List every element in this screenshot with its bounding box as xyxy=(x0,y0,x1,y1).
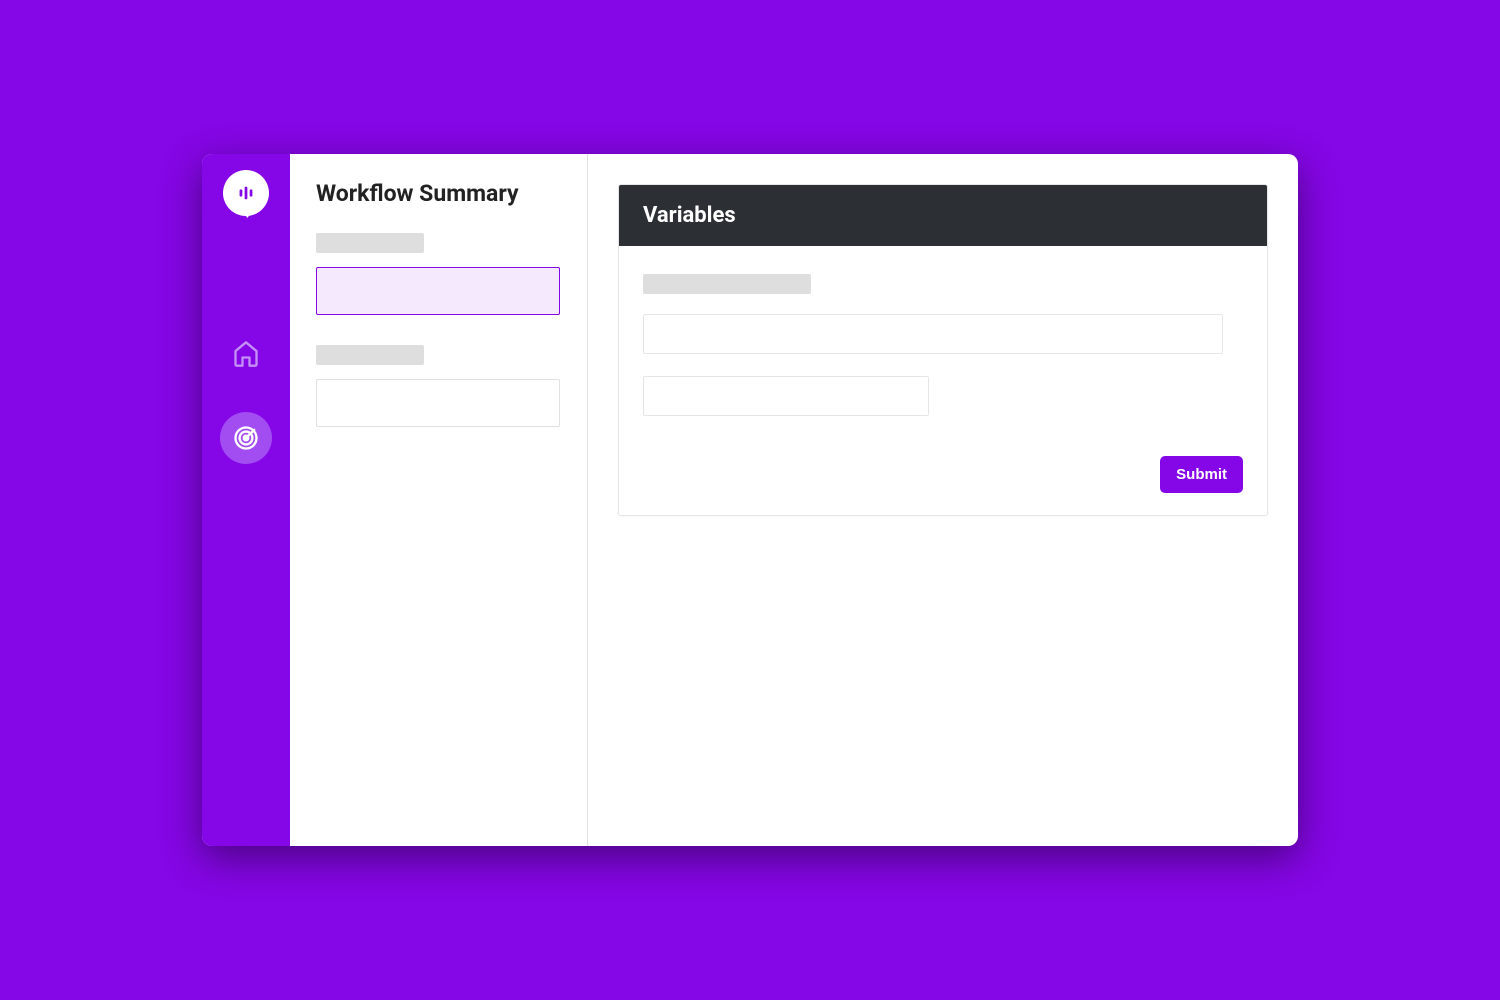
main-panel: Variables Submit xyxy=(588,154,1298,846)
workflow-summary-title: Workflow Summary xyxy=(316,180,561,207)
app-logo[interactable] xyxy=(223,170,269,216)
voice-bubble-icon xyxy=(235,182,257,204)
summary-input-1[interactable] xyxy=(316,267,560,315)
nav-item-home[interactable] xyxy=(220,328,272,380)
workflow-summary-panel: Workflow Summary xyxy=(290,154,588,846)
summary-section-label xyxy=(316,233,424,253)
variables-input-1[interactable] xyxy=(643,314,1223,354)
variables-input-2[interactable] xyxy=(643,376,929,416)
variables-field-label xyxy=(643,274,811,294)
variables-body: Submit xyxy=(619,246,1267,515)
summary-input-2[interactable] xyxy=(316,379,560,427)
variables-card: Variables Submit xyxy=(618,184,1268,516)
submit-button[interactable]: Submit xyxy=(1160,456,1243,493)
nav-item-radar[interactable] xyxy=(220,412,272,464)
radar-icon xyxy=(232,424,260,452)
variables-header: Variables xyxy=(619,185,1267,246)
nav-rail xyxy=(202,154,290,846)
variables-actions: Submit xyxy=(643,456,1243,493)
app-window: Workflow Summary Variables Submit xyxy=(202,154,1298,846)
home-icon xyxy=(232,340,260,368)
summary-section-label xyxy=(316,345,424,365)
